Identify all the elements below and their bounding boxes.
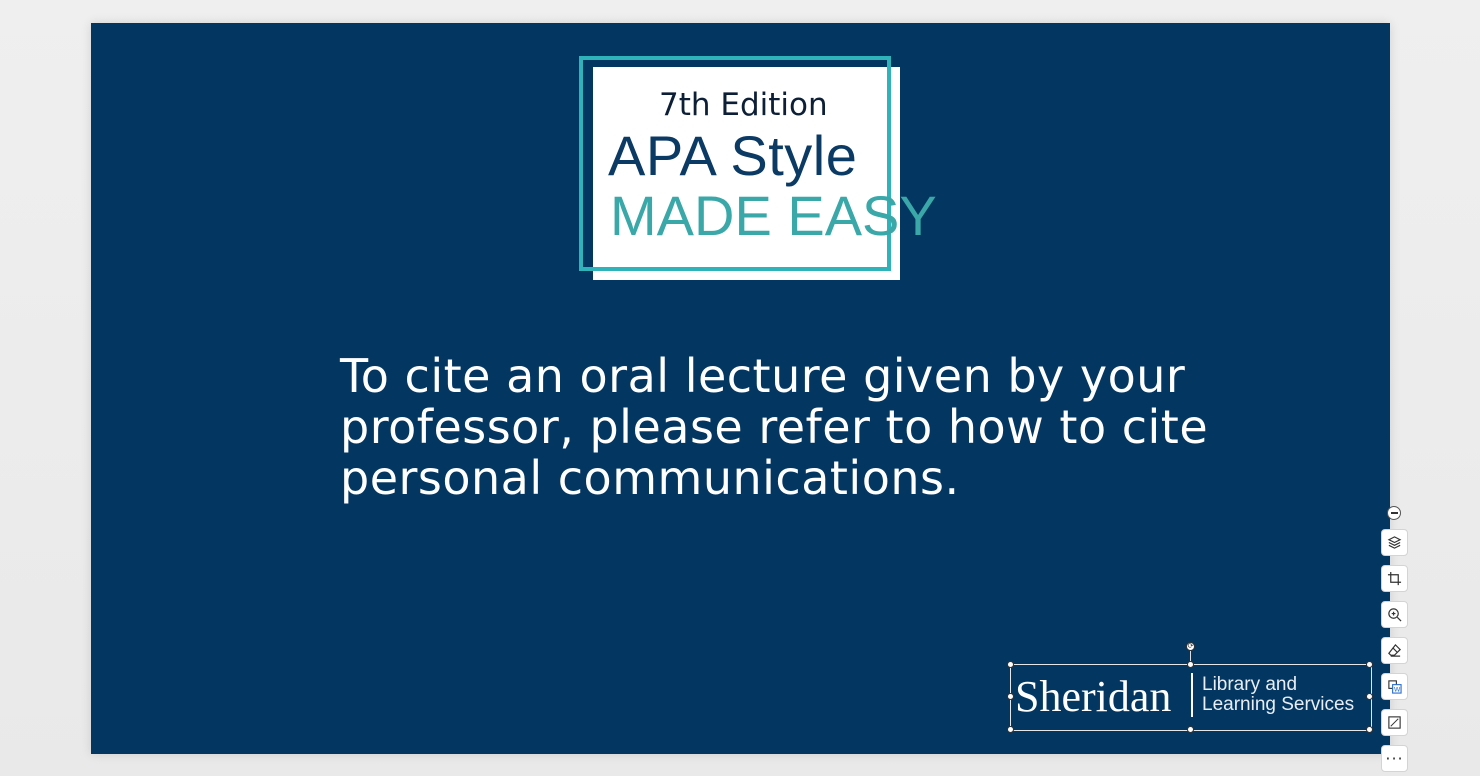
- more-button[interactable]: ···: [1381, 745, 1408, 772]
- collapse-toolbar-button[interactable]: [1387, 506, 1401, 520]
- slide-body-text[interactable]: To cite an oral lecture given by your pr…: [340, 351, 1220, 504]
- body-line: To cite an oral lecture given by your: [340, 349, 1186, 403]
- slide[interactable]: 7th Edition APA Style MADE EASY To cite …: [91, 23, 1390, 754]
- logo-name: Sheridan: [1015, 672, 1172, 721]
- resize-handle-sw[interactable]: [1007, 726, 1014, 733]
- body-line: professor, please refer to how to cite: [340, 400, 1209, 454]
- zoom-in-button[interactable]: [1381, 601, 1408, 628]
- body-line: personal communications.: [340, 451, 960, 505]
- edit-image-icon: [1388, 716, 1401, 729]
- crop-icon: [1387, 571, 1402, 586]
- layers-icon: [1387, 536, 1402, 549]
- edition-label: 7th Edition: [659, 87, 828, 123]
- resize-handle-ne[interactable]: [1366, 661, 1373, 668]
- edit-image-button[interactable]: [1381, 709, 1408, 736]
- logo-divider: [1191, 673, 1193, 717]
- layers-button[interactable]: [1381, 529, 1408, 556]
- crop-button[interactable]: [1381, 565, 1408, 592]
- resize-handle-e[interactable]: [1366, 693, 1373, 700]
- more-icon: ···: [1385, 748, 1404, 768]
- resize-handle-n[interactable]: [1187, 661, 1194, 668]
- resize-handle-nw[interactable]: [1007, 661, 1014, 668]
- logo-subtitle: Library and Learning Services: [1202, 675, 1354, 715]
- sheridan-logo-image[interactable]: Sheridan Library and Learning Services: [1007, 661, 1373, 733]
- eraser-button[interactable]: [1381, 637, 1408, 664]
- logo-sub-line: Library and: [1202, 674, 1298, 695]
- resize-handle-s[interactable]: [1187, 726, 1194, 733]
- collapse-icon: [1390, 512, 1398, 514]
- logo-sub-line: Learning Services: [1202, 694, 1355, 715]
- rotate-handle[interactable]: ⟳: [1186, 642, 1195, 651]
- svg-text:W: W: [1394, 686, 1401, 694]
- convert-to-word-icon: W: [1388, 680, 1402, 694]
- eraser-icon: [1388, 643, 1401, 657]
- zoom-in-icon: [1388, 608, 1402, 622]
- resize-handle-se[interactable]: [1366, 726, 1373, 733]
- convert-to-word-button[interactable]: W: [1381, 673, 1408, 700]
- resize-handle-w[interactable]: [1007, 693, 1014, 700]
- subtitle-text: MADE EASY: [610, 184, 937, 247]
- title-text: APA Style: [608, 124, 858, 187]
